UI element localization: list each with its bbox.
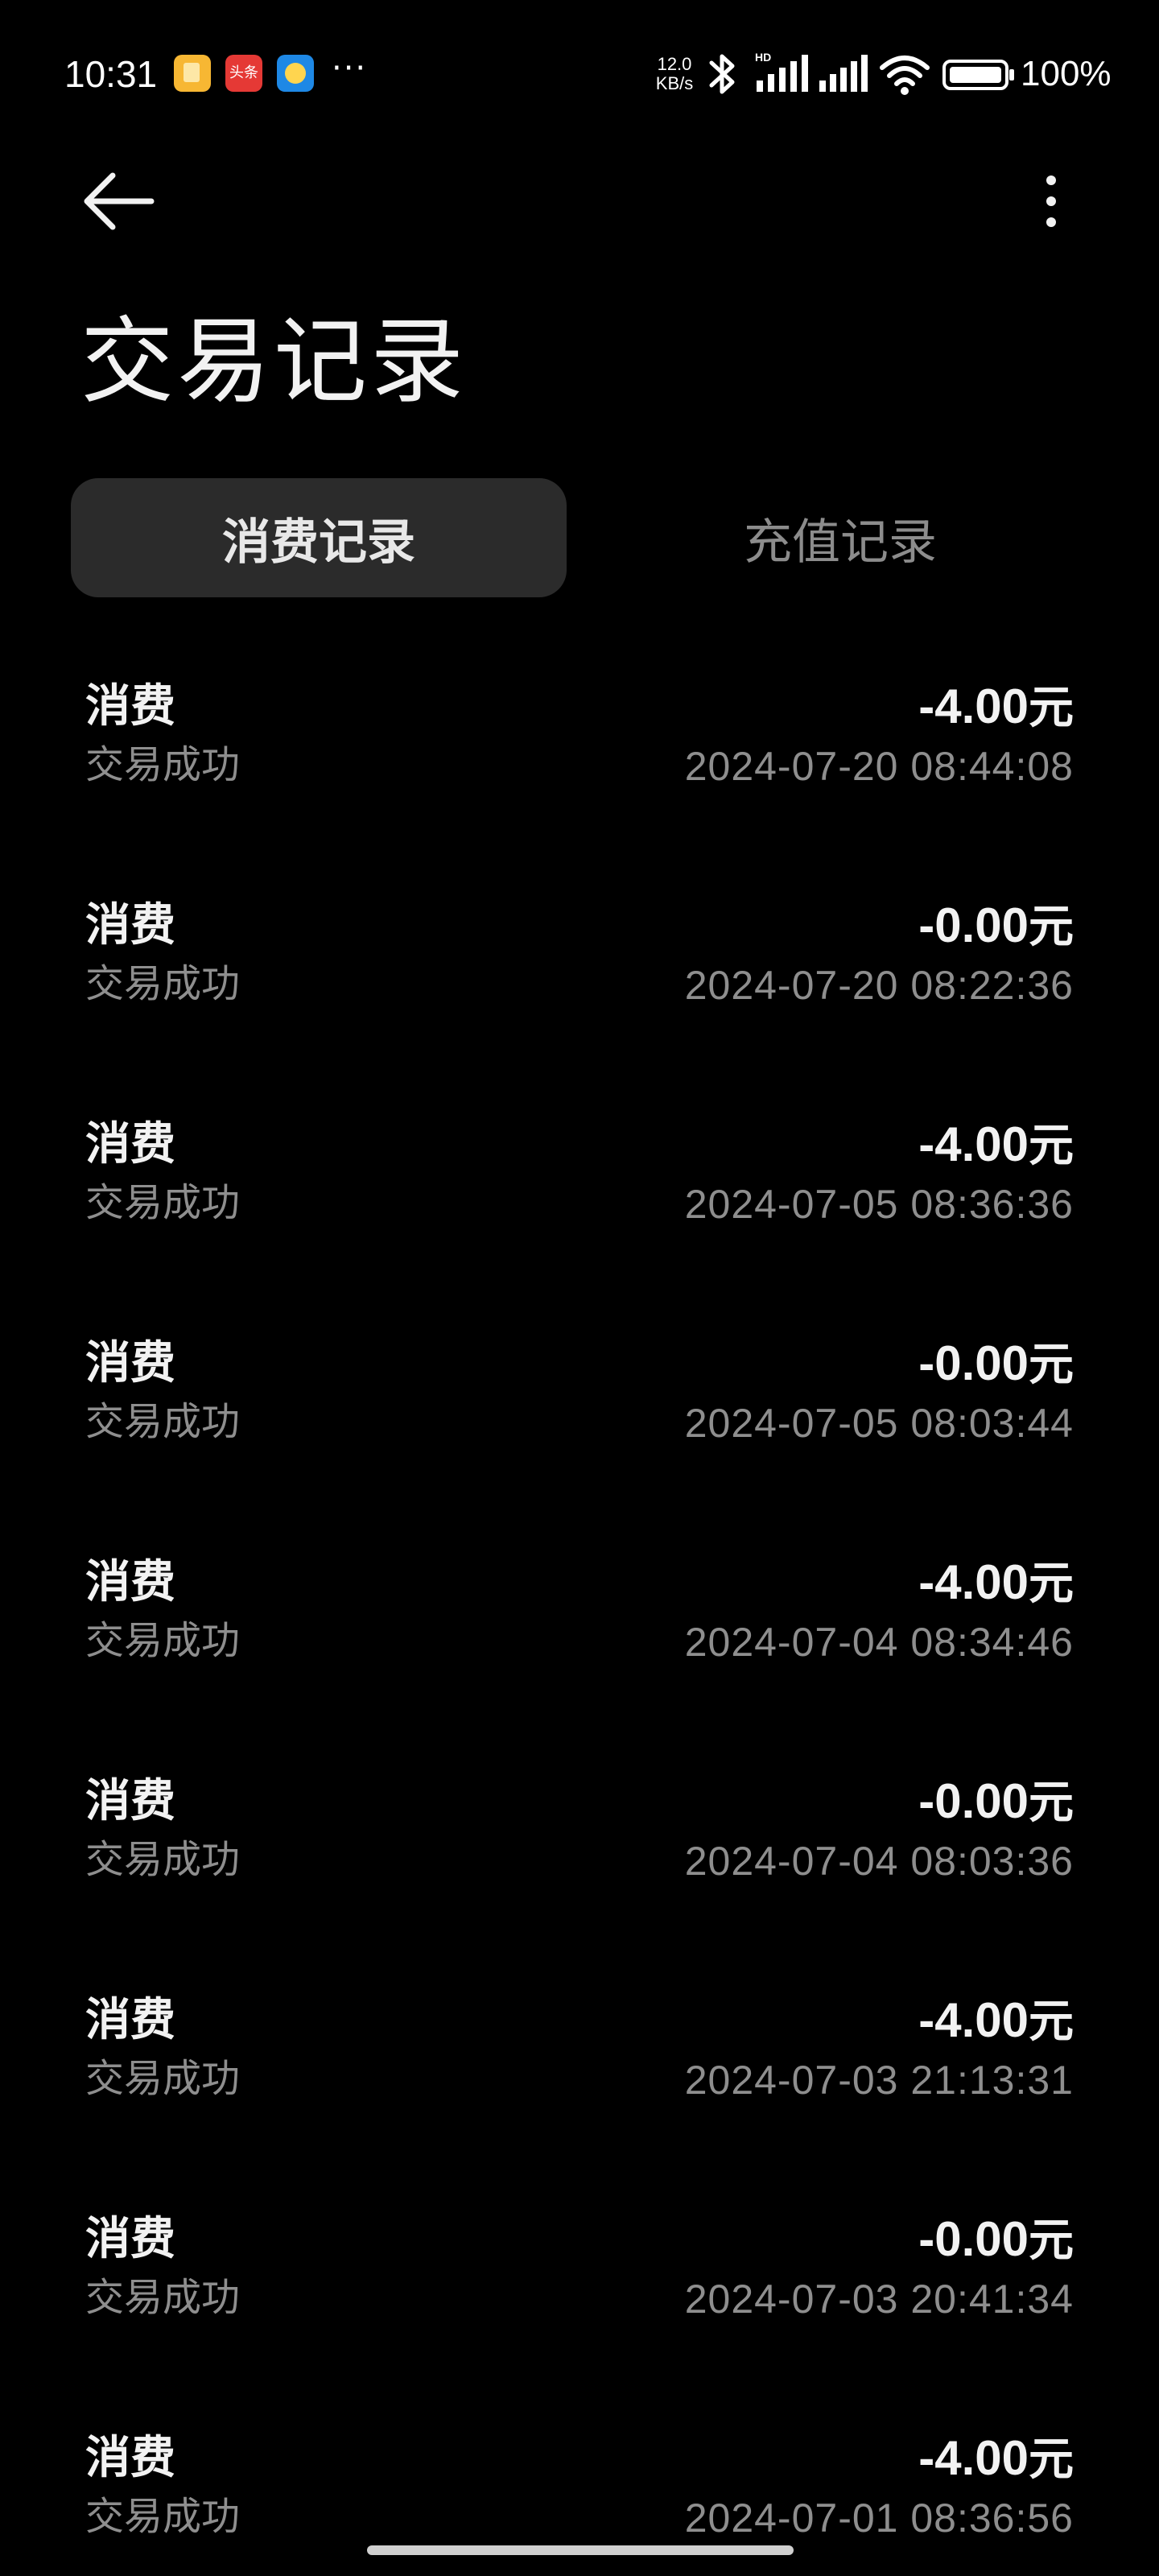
transaction-time: 2024-07-20 08:22:36 bbox=[684, 963, 1074, 1008]
transaction-type: 消费 bbox=[85, 2213, 175, 2265]
transaction-type: 消费 bbox=[85, 1994, 175, 2046]
transaction-status: 交易成功 bbox=[85, 742, 241, 787]
transaction-type: 消费 bbox=[85, 2432, 175, 2484]
transaction-status: 交易成功 bbox=[85, 1618, 241, 1663]
transaction-time: 2024-07-04 08:34:46 bbox=[684, 1620, 1074, 1665]
more-options-button[interactable] bbox=[1022, 166, 1080, 237]
screen: 10:31 头条 ··· 12.0 KB/s HD 100% 交易记录 消费记录… bbox=[0, 0, 1159, 2576]
transaction-type: 消费 bbox=[85, 1337, 175, 1389]
tab-consumption-records[interactable]: 消费记录 bbox=[71, 478, 567, 597]
transaction-list: 消费 交易成功 -4.00元 2024-07-20 08:44:08 消费 交易成功 -0.… bbox=[0, 660, 1159, 2576]
more-notifications-icon: ··· bbox=[332, 50, 368, 87]
back-button[interactable] bbox=[76, 166, 159, 237]
transaction-amount: -0.00元 bbox=[918, 895, 1074, 958]
notification-app-icon-notes bbox=[174, 55, 211, 92]
network-speed-value: 12.0 bbox=[657, 54, 692, 74]
transaction-row[interactable]: 消费交易成功 -4.00元 2024-07-20 08:44:08 bbox=[0, 660, 1159, 879]
amount-unit: 元 bbox=[1029, 2434, 1074, 2486]
transaction-amount: -0.00元 bbox=[918, 1771, 1074, 1834]
transaction-status: 交易成功 bbox=[85, 1837, 241, 1882]
amount-unit: 元 bbox=[1029, 682, 1074, 734]
more-vertical-icon bbox=[1046, 175, 1056, 227]
signal-hd-icon: HD bbox=[755, 51, 808, 92]
amount-unit: 元 bbox=[1029, 901, 1074, 953]
amount-value: -0.00 bbox=[918, 2212, 1029, 2266]
amount-unit: 元 bbox=[1029, 2215, 1074, 2267]
transaction-status: 交易成功 bbox=[85, 2494, 241, 2539]
transaction-amount: -4.00元 bbox=[918, 1990, 1074, 2053]
notification-app-icon-news: 头条 bbox=[225, 55, 262, 92]
transaction-time: 2024-07-20 08:44:08 bbox=[684, 744, 1074, 789]
home-indicator[interactable] bbox=[367, 2545, 794, 2555]
transaction-row[interactable]: 消费交易成功 -0.00元 2024-07-03 20:41:34 bbox=[0, 2193, 1159, 2412]
transaction-status: 交易成功 bbox=[85, 2056, 241, 2101]
record-tabs: 消费记录 充值记录 bbox=[71, 478, 1088, 597]
amount-value: -0.00 bbox=[918, 1774, 1029, 1828]
transaction-row[interactable]: 消费交易成功 -4.00元 2024-07-03 21:13:31 bbox=[0, 1974, 1159, 2193]
status-bar: 10:31 头条 ··· 12.0 KB/s HD 100% bbox=[0, 0, 1159, 145]
transaction-status: 交易成功 bbox=[85, 1399, 241, 1444]
battery-icon bbox=[942, 60, 1014, 90]
amount-unit: 元 bbox=[1029, 1996, 1074, 2048]
transaction-row[interactable]: 消费交易成功 -4.00元 2024-07-05 08:36:36 bbox=[0, 1098, 1159, 1317]
transaction-type: 消费 bbox=[85, 1556, 175, 1608]
transaction-type: 消费 bbox=[85, 1118, 175, 1170]
transaction-row[interactable]: 消费交易成功 -4.00元 2024-07-04 08:34:46 bbox=[0, 1536, 1159, 1755]
transaction-amount: -4.00元 bbox=[918, 1114, 1074, 1177]
amount-value: -4.00 bbox=[918, 2431, 1029, 2485]
amount-value: -4.00 bbox=[918, 679, 1029, 733]
transaction-amount: -0.00元 bbox=[918, 1333, 1074, 1396]
transaction-type: 消费 bbox=[85, 1775, 175, 1827]
transaction-status: 交易成功 bbox=[85, 961, 241, 1006]
amount-unit: 元 bbox=[1029, 1777, 1074, 1829]
transaction-time: 2024-07-05 08:36:36 bbox=[684, 1182, 1074, 1227]
page-title: 交易记录 bbox=[80, 308, 467, 416]
status-time: 10:31 bbox=[64, 53, 158, 95]
wifi-icon bbox=[880, 56, 930, 95]
back-arrow-icon bbox=[84, 172, 155, 230]
transaction-row[interactable]: 消费交易成功 -0.00元 2024-07-04 08:03:36 bbox=[0, 1755, 1159, 1974]
network-speed: 12.0 KB/s bbox=[650, 55, 699, 93]
transaction-time: 2024-07-01 08:36:56 bbox=[684, 2496, 1074, 2541]
amount-unit: 元 bbox=[1029, 1339, 1074, 1391]
amount-unit: 元 bbox=[1029, 1558, 1074, 1610]
transaction-type: 消费 bbox=[85, 680, 175, 733]
notification-app-icon-blue bbox=[277, 55, 314, 92]
svg-text:HD: HD bbox=[755, 51, 771, 64]
amount-value: -0.00 bbox=[918, 1336, 1029, 1390]
transaction-time: 2024-07-05 08:03:44 bbox=[684, 1401, 1074, 1446]
amount-value: -0.00 bbox=[918, 898, 1029, 952]
transaction-row[interactable]: 消费交易成功 -0.00元 2024-07-20 08:22:36 bbox=[0, 879, 1159, 1098]
transaction-time: 2024-07-03 21:13:31 bbox=[684, 2058, 1074, 2103]
transaction-type: 消费 bbox=[85, 899, 175, 952]
battery-percentage: 100% bbox=[1021, 54, 1112, 93]
transaction-time: 2024-07-04 08:03:36 bbox=[684, 1839, 1074, 1884]
transaction-time: 2024-07-03 20:41:34 bbox=[684, 2277, 1074, 2322]
transaction-row[interactable]: 消费交易成功 -0.00元 2024-07-05 08:03:44 bbox=[0, 1317, 1159, 1536]
transaction-status: 交易成功 bbox=[85, 2275, 241, 2320]
transaction-amount: -4.00元 bbox=[918, 1552, 1074, 1615]
amount-value: -4.00 bbox=[918, 1117, 1029, 1171]
transaction-amount: -4.00元 bbox=[918, 676, 1074, 739]
network-speed-unit: KB/s bbox=[655, 73, 694, 93]
tab-recharge-records[interactable]: 充值记录 bbox=[592, 478, 1088, 597]
transaction-amount: -0.00元 bbox=[918, 2209, 1074, 2272]
amount-value: -4.00 bbox=[918, 1555, 1029, 1609]
transaction-status: 交易成功 bbox=[85, 1180, 241, 1225]
amount-unit: 元 bbox=[1029, 1120, 1074, 1172]
amount-value: -4.00 bbox=[918, 1993, 1029, 2047]
signal-icon bbox=[819, 55, 868, 92]
bluetooth-icon bbox=[709, 54, 735, 94]
transaction-amount: -4.00元 bbox=[918, 2428, 1074, 2491]
